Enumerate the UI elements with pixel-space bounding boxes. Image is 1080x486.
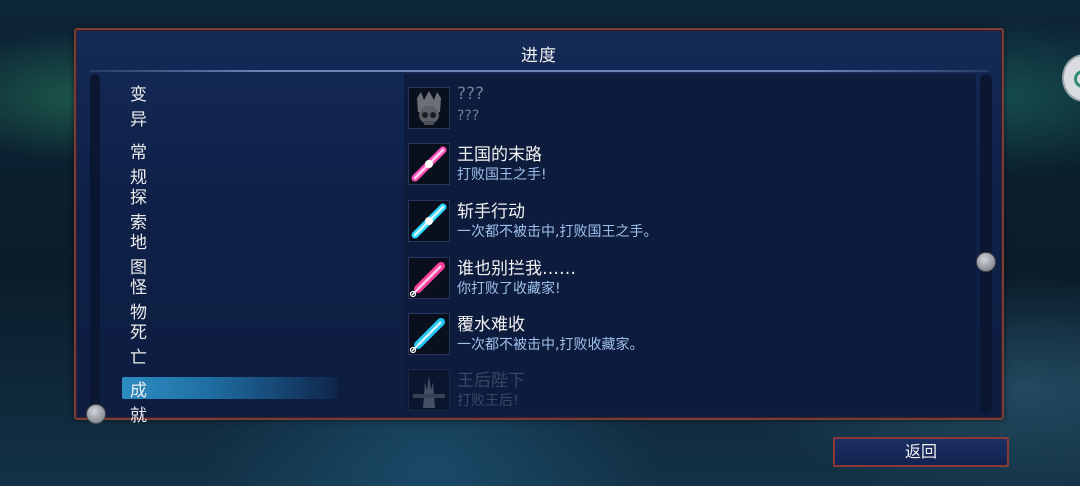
- pink-syringe-icon: [408, 257, 450, 299]
- achievement-item[interactable]: 王国的末路 打败国王之手!: [408, 140, 968, 188]
- achievement-scroll-thumb[interactable]: [976, 252, 996, 272]
- category-general[interactable]: 常规: [130, 138, 147, 188]
- back-button[interactable]: 返回: [833, 437, 1009, 467]
- progress-panel: 进度 变异 常规 探索 地图 怪物 死亡 成就 ??? ??? 王国的末路 打败…: [74, 28, 1004, 426]
- category-mutation[interactable]: 变异: [130, 80, 147, 130]
- panel-title: 进度: [521, 46, 557, 66]
- category-map[interactable]: 地图: [130, 228, 147, 278]
- category-scroll-thumb[interactable]: [86, 404, 106, 424]
- achievement-desc: 打败王后!: [457, 393, 519, 409]
- queen-silhouette-icon: [408, 369, 450, 411]
- category-deaths[interactable]: 死亡: [130, 318, 147, 368]
- pink-blade-icon: [408, 143, 450, 185]
- category-scrollbar[interactable]: [90, 74, 100, 414]
- achievement-item[interactable]: 覆水难收 一次都不被击中,打败收藏家。: [408, 310, 968, 358]
- category-exploration[interactable]: 探索: [130, 183, 147, 233]
- achievement-name: ???: [457, 84, 485, 104]
- category-achievements[interactable]: 成就: [130, 376, 147, 426]
- crowned-skull-icon: [408, 87, 450, 129]
- achievement-desc: 一次都不被击中,打败国王之手。: [457, 224, 658, 240]
- side-menu-icon[interactable]: [1062, 54, 1080, 102]
- cyan-syringe-icon: [408, 313, 450, 355]
- title-divider: [90, 70, 988, 72]
- achievement-item[interactable]: 王后陛下 打败王后!: [408, 366, 968, 414]
- cyan-blade-icon: [408, 200, 450, 242]
- category-selected-highlight: [122, 377, 337, 399]
- achievement-name: 谁也别拦我……: [457, 259, 576, 279]
- achievement-item[interactable]: ??? ???: [408, 84, 968, 132]
- achievement-name: 王后陛下: [457, 371, 525, 391]
- achievement-name: 斩手行动: [457, 202, 525, 222]
- achievement-desc: ???: [457, 108, 480, 124]
- achievement-list[interactable]: ??? ??? 王国的末路 打败国王之手! 斩手行动 一次都不被击中,打败国王之…: [404, 74, 976, 414]
- achievement-desc: 一次都不被击中,打败收藏家。: [457, 337, 644, 353]
- achievement-name: 王国的末路: [457, 145, 542, 165]
- achievement-desc: 打败国王之手!: [457, 167, 547, 183]
- category-monsters[interactable]: 怪物: [130, 273, 147, 323]
- achievement-item[interactable]: 斩手行动 一次都不被击中,打败国王之手。: [408, 197, 968, 245]
- achievement-item[interactable]: 谁也别拦我…… 你打败了收藏家!: [408, 254, 968, 302]
- side-menu-icon-ring: [1074, 70, 1080, 88]
- achievement-scrollbar[interactable]: [980, 74, 992, 414]
- achievement-desc: 你打败了收藏家!: [457, 281, 561, 297]
- achievement-name: 覆水难收: [457, 315, 525, 335]
